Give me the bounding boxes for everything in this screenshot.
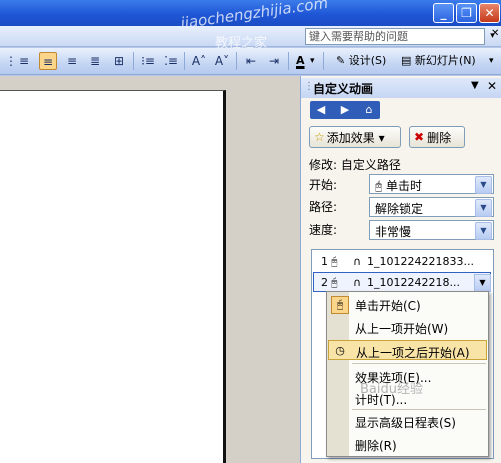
- path-icon: ∩: [353, 276, 362, 289]
- list-item[interactable]: 1 🖰 ∩ 1_101224221833...: [313, 252, 491, 272]
- menu-item-label: 从上一项开始(W): [355, 322, 449, 336]
- help-search-input[interactable]: 键入需要帮助的问题: [305, 28, 485, 45]
- toolbar-separator: [288, 52, 289, 70]
- justify-icon[interactable]: ≣: [86, 52, 104, 70]
- menu-item-label: 单击开始(C): [355, 299, 421, 313]
- increase-font-icon[interactable]: A˄: [190, 52, 208, 70]
- speed-label: 速度:: [309, 223, 338, 237]
- new-slide-button[interactable]: ▤ 新幻灯片(N): [401, 52, 476, 70]
- menu-separator: [352, 409, 486, 410]
- menu-item-after-previous[interactable]: ◷ 从上一项之后开始(A): [328, 340, 487, 360]
- speed-select[interactable]: 非常慢 ▼: [369, 220, 494, 240]
- path-icon: ∩: [353, 255, 362, 268]
- design-icon: ✎: [336, 54, 346, 67]
- mouse-icon: 🖰: [331, 296, 349, 314]
- close-button[interactable]: ✕: [479, 3, 500, 23]
- menu-item-click-start[interactable]: 🖰 单击开始(C): [328, 294, 487, 314]
- item-index: 1: [321, 255, 328, 268]
- menu-item-label: 删除(R): [355, 439, 397, 453]
- menu-item-label: 显示高级日程表(S): [355, 416, 456, 430]
- remove-label: 删除: [427, 130, 452, 145]
- numbered-list-icon[interactable]: ⁝≡: [139, 52, 157, 70]
- increase-indent-icon[interactable]: ⇥: [265, 52, 283, 70]
- toolbar-separator: [236, 52, 237, 70]
- item-name: 1_1012242218...: [367, 276, 460, 289]
- start-label: 开始:: [309, 178, 338, 192]
- minimize-button[interactable]: _: [433, 3, 454, 23]
- design-button[interactable]: ✎ 设计(S): [336, 52, 386, 70]
- path-select[interactable]: 解除锁定 ▼: [369, 197, 494, 217]
- decrease-indent-icon[interactable]: ⇤: [242, 52, 260, 70]
- align-left-icon[interactable]: ≡: [15, 52, 33, 70]
- chevron-down-icon: ▼: [475, 199, 492, 217]
- toolbar-separator: [184, 52, 185, 70]
- new-slide-icon: ▤: [401, 54, 412, 67]
- chevron-down-icon: ▼: [475, 176, 492, 194]
- close-document-icon[interactable]: ✕: [491, 28, 499, 39]
- start-select[interactable]: 🖰 单击时 ▼: [369, 174, 494, 194]
- path-label: 路径:: [309, 200, 338, 214]
- distribute-icon[interactable]: ⊞: [110, 52, 128, 70]
- align-right-icon[interactable]: ≡: [63, 52, 81, 70]
- mouse-icon: 🖰: [375, 179, 383, 193]
- slide-canvas[interactable]: [0, 90, 226, 463]
- remove-button[interactable]: ✖ 删除: [409, 126, 465, 148]
- item-index: 2: [321, 276, 328, 289]
- add-effect-button[interactable]: ☆ 添加效果 ▾: [309, 126, 401, 148]
- menu-item-label: 从上一项之后开始(A): [356, 346, 470, 360]
- toolbar-separator: [133, 52, 134, 70]
- pane-title: 自定义动画: [313, 82, 374, 96]
- add-effect-label: 添加效果 ▾: [326, 130, 385, 145]
- remove-icon: ✖: [414, 130, 425, 144]
- menu-separator: [352, 363, 486, 364]
- toolbar-options-icon[interactable]: ▾: [489, 52, 494, 70]
- mouse-icon: 🖰: [331, 255, 338, 268]
- watermark-corner: Baidu经验: [360, 382, 423, 397]
- item-name: 1_101224221833...: [367, 255, 474, 268]
- home-icon[interactable]: ⌂: [360, 102, 378, 118]
- menu-item-show-timeline[interactable]: 显示高级日程表(S): [328, 411, 487, 431]
- list-item-selected[interactable]: 2 🖰 ∩ 1_1012242218... ▼: [313, 272, 491, 292]
- start-value: 单击时: [386, 179, 423, 193]
- toolbar-separator: [323, 52, 324, 70]
- back-icon[interactable]: ◀: [312, 102, 330, 118]
- path-value: 解除锁定: [375, 202, 424, 216]
- menu-item-with-previous[interactable]: 从上一项开始(W): [328, 317, 487, 337]
- clock-icon: ◷: [335, 344, 345, 357]
- modify-label: 修改: 自定义路径: [309, 158, 401, 172]
- star-icon: ☆: [314, 130, 325, 144]
- pane-dropdown-icon[interactable]: ▼: [471, 80, 479, 91]
- font-color-dropdown-icon[interactable]: ▾: [310, 52, 315, 70]
- mouse-icon: 🖰: [331, 276, 338, 289]
- font-color-icon[interactable]: A: [296, 52, 305, 70]
- chevron-down-icon: ▼: [475, 222, 492, 240]
- menu-item-remove[interactable]: 删除(R): [328, 434, 487, 454]
- new-slide-label: 新幻灯片(N): [414, 54, 476, 67]
- align-center-icon[interactable]: ≡: [39, 52, 57, 70]
- pane-close-icon[interactable]: ✕: [487, 79, 497, 93]
- restore-button[interactable]: ❐: [456, 3, 477, 23]
- item-dropdown-icon[interactable]: ▼: [474, 274, 491, 292]
- design-label: 设计(S): [348, 54, 387, 67]
- speed-value: 非常慢: [375, 225, 412, 239]
- forward-icon[interactable]: ▶: [336, 102, 354, 118]
- decrease-font-icon[interactable]: A˅: [213, 52, 231, 70]
- bullet-list-icon[interactable]: ⁚≡: [162, 52, 180, 70]
